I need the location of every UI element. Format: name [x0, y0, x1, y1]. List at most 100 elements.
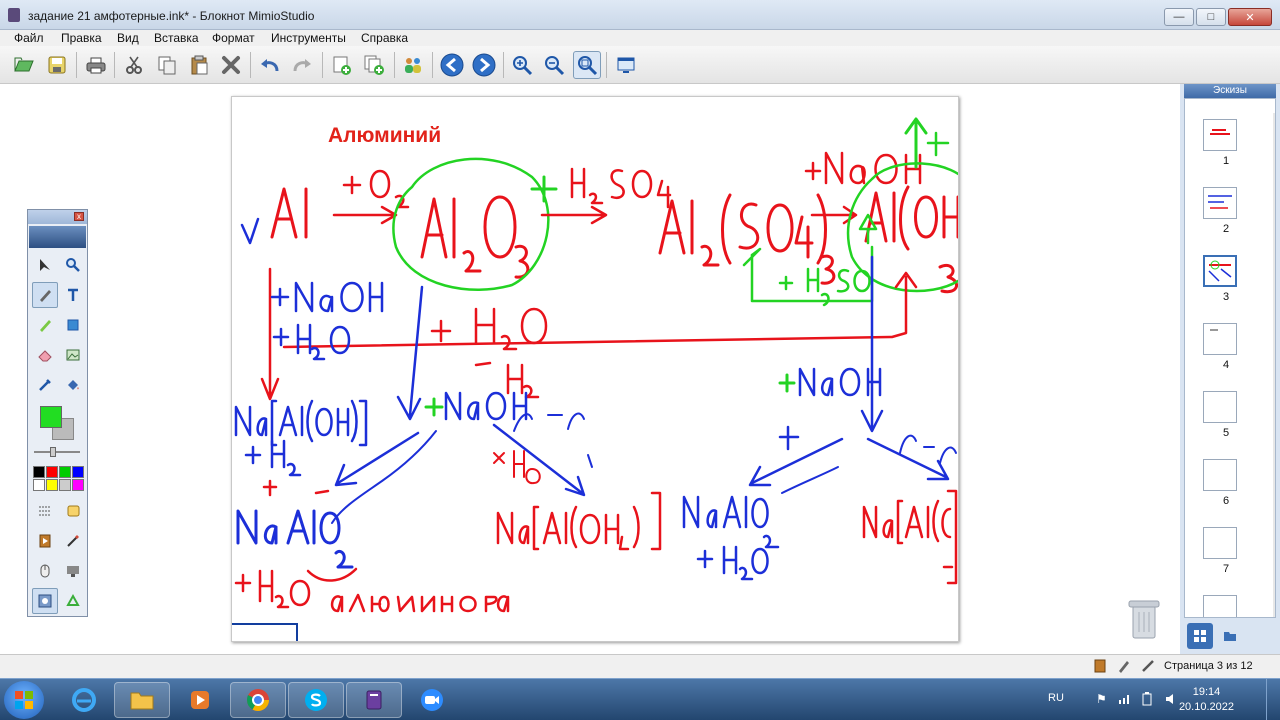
swatch-white[interactable] [33, 479, 45, 491]
ink-check [240, 217, 260, 245]
recycle-icon[interactable] [60, 588, 86, 614]
gallery-folder-icon[interactable] [1217, 623, 1243, 649]
swatch-blue[interactable] [72, 466, 84, 478]
start-button[interactable] [4, 681, 44, 719]
signal-icon[interactable] [1118, 692, 1132, 707]
swatch-red[interactable] [46, 466, 58, 478]
skype-icon[interactable] [288, 682, 344, 718]
chrome-icon[interactable] [230, 682, 286, 718]
zoom-fit-icon[interactable] [573, 51, 601, 79]
zoom-tool-icon[interactable] [60, 252, 86, 278]
close-button[interactable]: ✕ [1228, 8, 1272, 26]
trash-icon[interactable] [1127, 598, 1161, 640]
ink-blue-naoh-mid [444, 391, 528, 421]
ink-blue-arrow-left-right [748, 437, 844, 487]
highlighter-icon[interactable] [32, 312, 58, 338]
ink-rr-mid [513, 412, 593, 468]
mouse-icon[interactable] [32, 558, 58, 584]
users-icon[interactable] [399, 51, 427, 79]
page-thumbnail-active[interactable] [1203, 255, 1237, 287]
media-player-icon[interactable] [172, 682, 228, 718]
zoom-in-icon[interactable] [508, 51, 536, 79]
eyedropper-icon[interactable] [32, 372, 58, 398]
clock[interactable]: 19:14 20.10.2022 [1179, 685, 1234, 715]
image-icon[interactable] [60, 342, 86, 368]
palette-pen-preview [29, 226, 86, 248]
menu-format[interactable]: Формат [212, 30, 255, 46]
screen-icon[interactable] [612, 51, 640, 79]
thumbnail-scrollbar[interactable] [1273, 113, 1275, 617]
handwritten-ink[interactable] [232, 97, 959, 642]
volume-icon[interactable] [1164, 692, 1178, 709]
print-icon[interactable] [82, 51, 110, 79]
pen-tool-icon[interactable] [32, 282, 58, 308]
open-icon[interactable] [10, 51, 38, 79]
mimio-icon[interactable] [346, 682, 402, 718]
reveal-icon[interactable] [32, 588, 58, 614]
spotlight-icon[interactable] [60, 558, 86, 584]
new-page-icon[interactable] [328, 51, 356, 79]
ie-icon[interactable] [56, 682, 112, 718]
copy-icon[interactable] [153, 51, 181, 79]
ink-plus-h2o [430, 307, 548, 399]
fill-icon[interactable] [60, 372, 86, 398]
explorer-icon[interactable] [114, 682, 170, 718]
redo-icon[interactable] [288, 51, 316, 79]
page-indicator: Страница 3 из 12 [1164, 660, 1253, 672]
palette-close-button[interactable]: x [74, 212, 84, 221]
palette-header[interactable]: x [28, 210, 87, 224]
menu-file[interactable]: Файл [14, 30, 44, 46]
minimize-button[interactable]: — [1164, 8, 1194, 26]
app-icon [8, 8, 20, 22]
zoom-out-icon[interactable] [540, 51, 568, 79]
language-indicator[interactable]: RU [1048, 692, 1064, 704]
show-desktop-button[interactable] [1266, 679, 1280, 720]
swatch-green[interactable] [59, 466, 71, 478]
magic-wand-icon[interactable] [60, 528, 86, 554]
duplicate-page-icon[interactable] [360, 51, 388, 79]
swatch-yellow[interactable] [46, 479, 58, 491]
paste-icon[interactable] [185, 51, 213, 79]
page-thumbnail[interactable] [1203, 391, 1237, 423]
notebook-page[interactable]: Алюминий [231, 96, 959, 642]
page-thumbnail[interactable] [1203, 595, 1237, 617]
line-style-icon[interactable] [32, 498, 58, 524]
swatch-black[interactable] [33, 466, 45, 478]
shape-icon[interactable] [60, 312, 86, 338]
page-settings-icon[interactable] [1092, 659, 1108, 675]
tools-status-icon[interactable] [1140, 659, 1156, 675]
menu-insert[interactable]: Вставка [154, 30, 199, 46]
page-thumbnail[interactable] [1203, 459, 1237, 491]
flag-icon[interactable]: ⚑ [1096, 692, 1107, 706]
text-tool-icon[interactable] [60, 282, 86, 308]
menu-help[interactable]: Справка [361, 30, 408, 46]
swatch-gray[interactable] [59, 479, 71, 491]
maximize-button[interactable]: □ [1196, 8, 1226, 26]
page-thumbnail[interactable] [1203, 527, 1237, 559]
delete-icon[interactable] [217, 51, 245, 79]
menu-edit[interactable]: Правка [61, 30, 102, 46]
thumbnails-view-icon[interactable] [1187, 623, 1213, 649]
eraser-icon[interactable] [32, 342, 58, 368]
page-thumbnail[interactable] [1203, 187, 1237, 219]
forward-arrow-icon[interactable] [470, 51, 498, 79]
ink-splav-right [781, 466, 839, 494]
screen-record-icon[interactable] [32, 528, 58, 554]
back-arrow-icon[interactable] [438, 51, 466, 79]
line-width-slider[interactable] [34, 447, 80, 457]
zoom-icon[interactable] [404, 682, 460, 718]
undo-icon[interactable] [256, 51, 284, 79]
select-arrow-icon[interactable] [32, 252, 58, 278]
pen-status-icon[interactable] [1116, 659, 1132, 675]
menu-tools[interactable]: Инструменты [271, 30, 346, 46]
cut-icon[interactable] [120, 51, 148, 79]
save-icon[interactable] [43, 51, 71, 79]
current-color[interactable] [40, 406, 62, 428]
page-thumbnail[interactable] [1203, 323, 1237, 355]
swatch-magenta[interactable] [72, 479, 84, 491]
page-thumbnail[interactable] [1203, 119, 1237, 151]
battery-icon[interactable] [1140, 692, 1154, 709]
menu-view[interactable]: Вид [117, 30, 139, 46]
page-number: 1 [1223, 155, 1230, 167]
note-icon[interactable] [60, 498, 86, 524]
